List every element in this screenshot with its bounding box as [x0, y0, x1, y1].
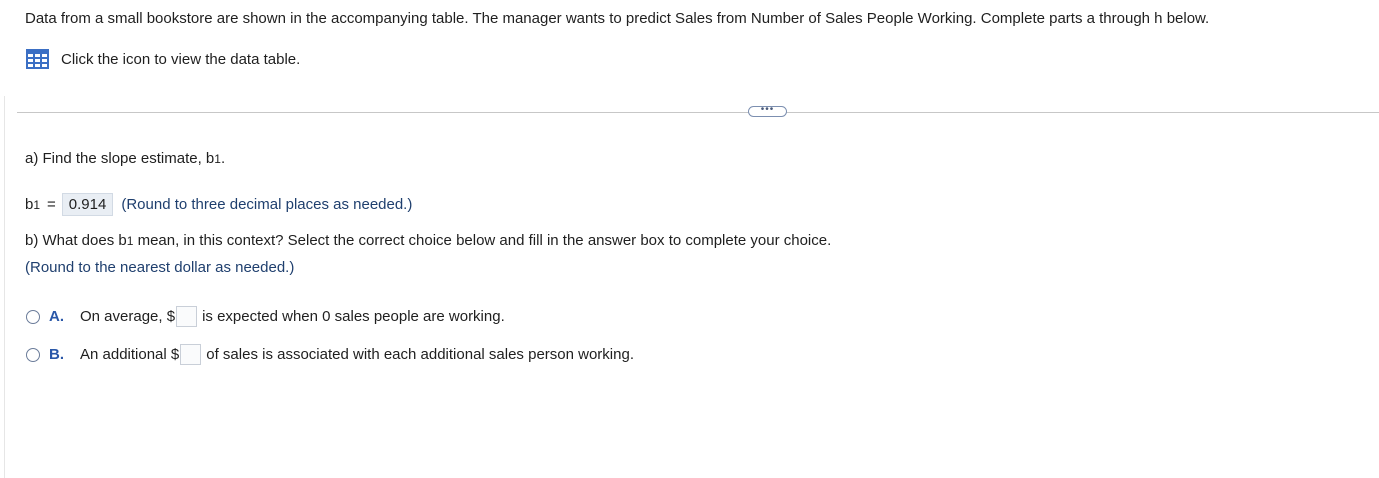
part-b-prompt-end: mean, in this context? Select the correc…: [133, 232, 832, 249]
problem-statement: Data from a small bookstore are shown in…: [25, 10, 1210, 27]
choice-b-text-after: of sales is associated with each additio…: [206, 346, 634, 363]
data-table-icon[interactable]: [26, 49, 49, 69]
part-b-prompt-text: b) What does b: [25, 232, 127, 249]
choice-a-radio[interactable]: [26, 309, 40, 324]
part-b-rounding-hint: (Round to the nearest dollar as needed.): [25, 259, 295, 276]
part-a-prompt: a) Find the slope estimate, b1.: [25, 150, 226, 167]
part-a-prompt-text: a) Find the slope estimate, b: [25, 150, 215, 167]
choice-a-text-after: is expected when 0 sales people are work…: [202, 308, 505, 325]
slope-answer-field[interactable]: 0.914: [61, 193, 114, 216]
choice-a[interactable]: A. On average, $ is expected when 0 sale…: [26, 306, 505, 327]
section-divider: [17, 112, 1379, 113]
view-data-table-label[interactable]: Click the icon to view the data table.: [61, 51, 300, 68]
part-a-answer-row: b1 = 0.914 (Round to three decimal place…: [25, 193, 412, 216]
part-b-prompt: b) What does b1 mean, in this context? S…: [25, 232, 832, 249]
choice-b-radio[interactable]: [26, 347, 40, 362]
view-data-table-link[interactable]: Click the icon to view the data table.: [26, 49, 300, 69]
choice-a-answer-box[interactable]: [176, 306, 198, 327]
part-a-prompt-end: .: [220, 150, 226, 167]
choice-a-text-before: On average, $: [80, 308, 176, 325]
choice-b[interactable]: B. An additional $ of sales is associate…: [26, 344, 634, 365]
choice-b-answer-box[interactable]: [180, 344, 202, 365]
equals-sign: =: [47, 196, 56, 213]
choice-a-letter: A.: [49, 308, 64, 325]
choice-b-letter: B.: [49, 346, 64, 363]
more-dots: •••: [760, 104, 775, 115]
answer-variable: b: [25, 196, 34, 213]
expand-more-button[interactable]: •••: [748, 104, 787, 117]
part-a-rounding-hint: (Round to three decimal places as needed…: [121, 196, 413, 213]
left-border: [4, 96, 5, 478]
choice-b-text-before: An additional $: [80, 346, 180, 363]
